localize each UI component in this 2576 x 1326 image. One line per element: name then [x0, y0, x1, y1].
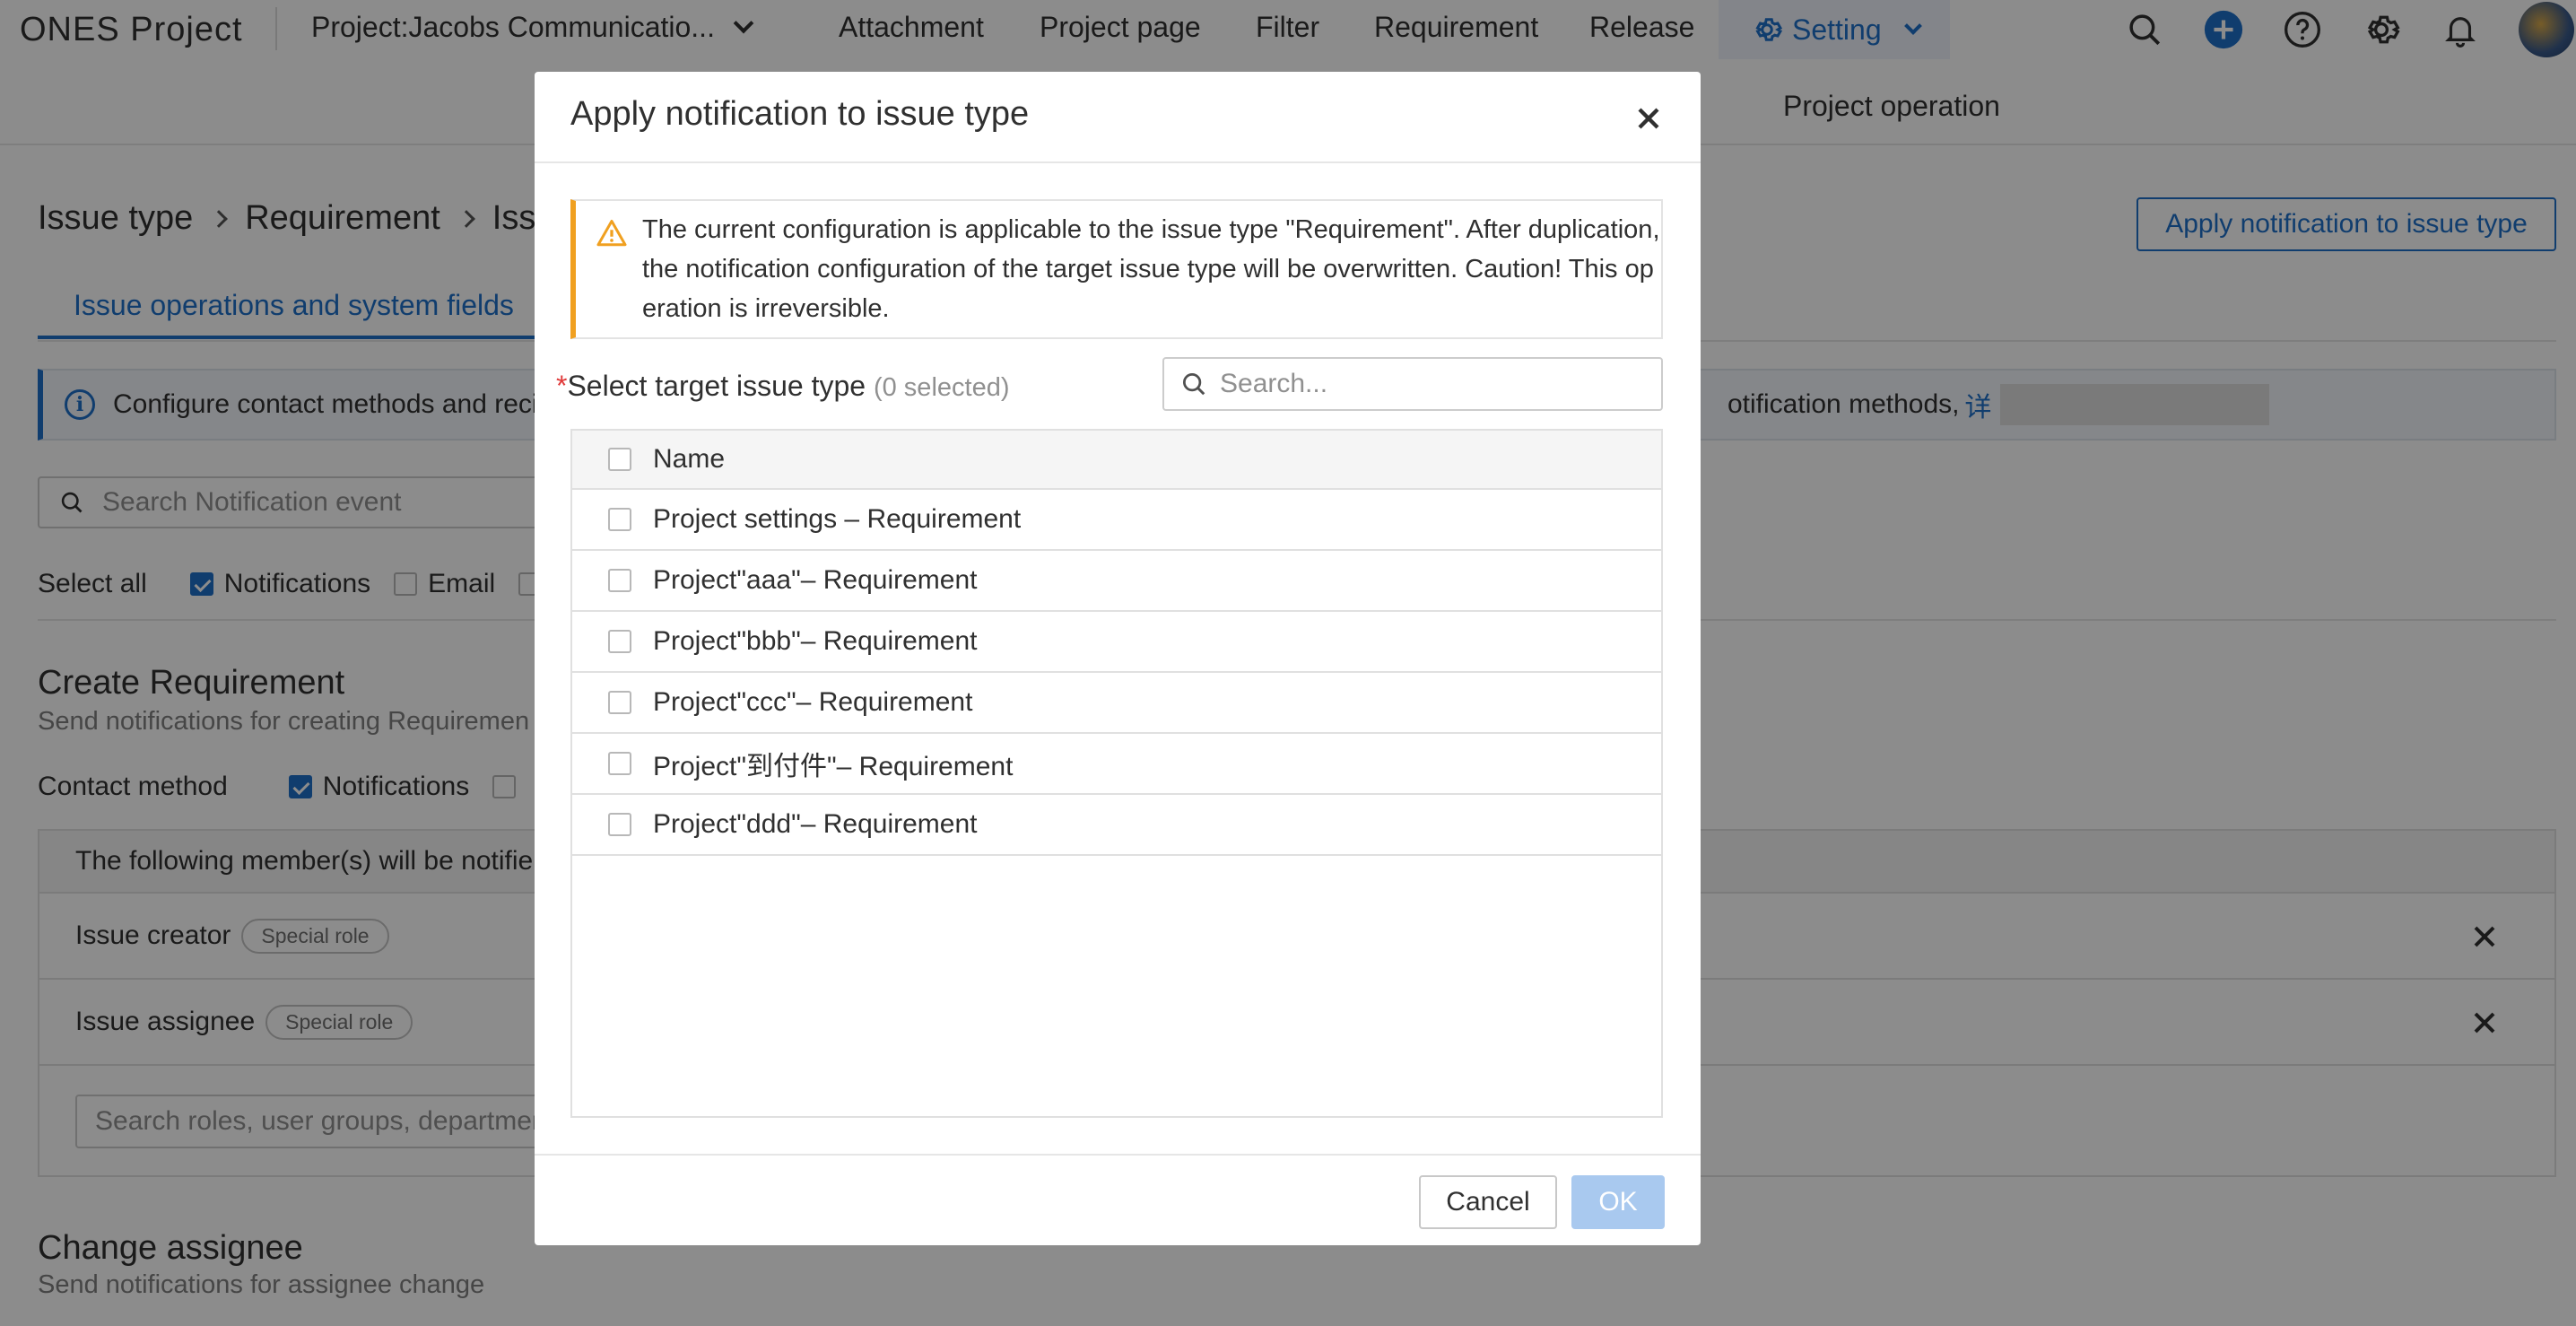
warning-banner: The current configuration is applicable …	[570, 199, 1663, 339]
row-checkbox[interactable]	[608, 508, 631, 531]
issue-type-search-input[interactable]: Search...	[1162, 357, 1663, 411]
target-issue-type-label: *Select target issue type (0 selected)	[556, 370, 1009, 403]
warning-text: The current configuration is applicable …	[642, 215, 1660, 323]
row-checkbox[interactable]	[608, 813, 631, 836]
row-checkbox[interactable]	[608, 569, 631, 592]
column-name: Name	[653, 444, 726, 474]
list-item[interactable]: Project"bbb"– Requirement	[572, 612, 1661, 673]
row-checkbox[interactable]	[608, 630, 631, 653]
list-item[interactable]: Project"ddd"– Requirement	[572, 795, 1661, 856]
row-label: Project"到付件"– Requirement	[653, 752, 1014, 781]
row-label: Project"ccc"– Requirement	[653, 687, 973, 717]
issue-type-list: Name Project settings – Requirement Proj…	[570, 429, 1663, 1118]
row-label: Project settings – Requirement	[653, 504, 1022, 534]
list-item[interactable]: Project settings – Requirement	[572, 490, 1661, 551]
dialog-title: Apply notification to issue type	[570, 95, 1030, 133]
warning-icon	[596, 220, 627, 247]
row-label: Project"ddd"– Requirement	[653, 809, 978, 839]
apply-notification-dialog: Apply notification to issue type The cur…	[535, 72, 1701, 1245]
dialog-header: Apply notification to issue type	[535, 72, 1701, 163]
list-item[interactable]: Project"aaa"– Requirement	[572, 551, 1661, 612]
select-all-checkbox[interactable]	[608, 448, 631, 471]
dialog-footer: Cancel OK	[535, 1154, 1701, 1245]
list-header: Name	[572, 431, 1661, 490]
list-item[interactable]: Project"到付件"– Requirement	[572, 734, 1661, 795]
row-label: Project"aaa"– Requirement	[653, 565, 978, 595]
row-checkbox[interactable]	[608, 752, 631, 775]
search-icon	[1183, 373, 1205, 396]
required-asterisk: *	[556, 370, 568, 402]
target-label-text: Select target issue type	[567, 370, 866, 402]
issue-type-search-placeholder: Search...	[1220, 369, 1328, 398]
cancel-button[interactable]: Cancel	[1419, 1175, 1557, 1229]
close-icon[interactable]	[1631, 100, 1667, 136]
ok-button[interactable]: OK	[1571, 1175, 1665, 1229]
row-label: Project"bbb"– Requirement	[653, 626, 978, 656]
list-item[interactable]: Project"ccc"– Requirement	[572, 673, 1661, 734]
selected-count: (0 selected)	[873, 373, 1010, 402]
row-checkbox[interactable]	[608, 691, 631, 714]
